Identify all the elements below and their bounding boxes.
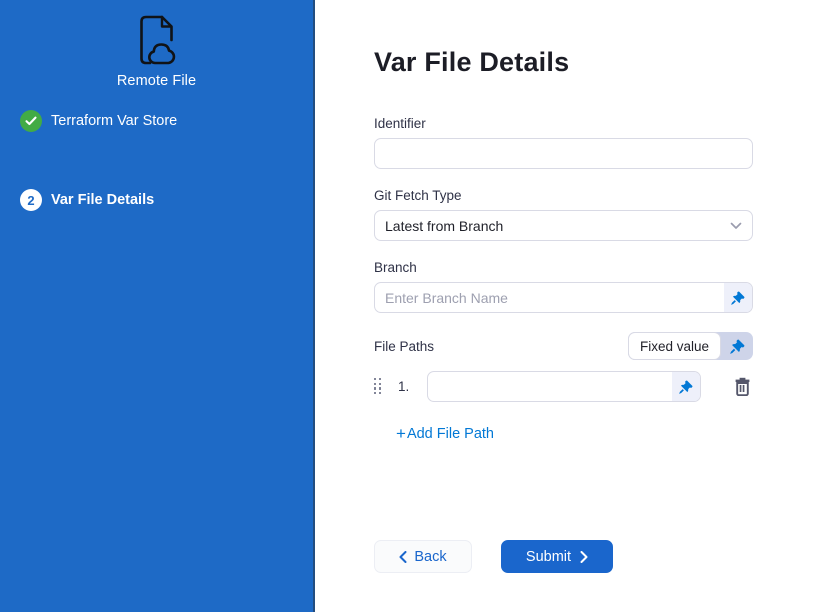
trash-icon (734, 377, 751, 396)
branch-input-shell (374, 282, 753, 313)
branch-input[interactable] (375, 283, 724, 312)
file-paths-type-selector: Fixed value (628, 332, 753, 360)
wizard-dialog: Remote File Terraform Var Store 2 Var Fi… (0, 0, 836, 612)
plus-icon: + (396, 427, 406, 441)
delete-row-button[interactable] (732, 375, 753, 398)
back-label: Back (414, 549, 446, 565)
wizard-actions: Back Submit (374, 540, 753, 573)
git-fetch-type-group: Git Fetch Type Latest from Branch (374, 188, 753, 241)
file-paths-header: File Paths Fixed value (374, 332, 753, 360)
git-fetch-type-label: Git Fetch Type (374, 188, 753, 203)
wizard-header: Remote File (0, 14, 313, 89)
step-label: Terraform Var Store (51, 113, 177, 129)
branch-group: Branch (374, 260, 753, 313)
submit-label: Submit (526, 549, 571, 565)
pin-icon[interactable] (672, 372, 700, 401)
pin-icon[interactable] (724, 283, 752, 312)
sidebar-step-terraform-var-store[interactable]: Terraform Var Store (20, 110, 177, 132)
check-circle-icon (20, 110, 42, 132)
sidebar-step-var-file-details[interactable]: 2 Var File Details (20, 189, 154, 211)
wizard-sidebar: Remote File Terraform Var Store 2 Var Fi… (0, 0, 315, 612)
identifier-input[interactable] (374, 138, 753, 169)
chevron-down-icon (730, 222, 742, 230)
identifier-label: Identifier (374, 116, 753, 131)
form: Identifier Git Fetch Type Latest from Br… (374, 116, 753, 573)
submit-button[interactable]: Submit (501, 540, 613, 573)
file-path-input[interactable] (428, 372, 672, 401)
file-path-input-shell (427, 371, 701, 402)
add-file-path-label: Add File Path (407, 426, 494, 442)
add-file-path-button[interactable]: + Add File Path (396, 426, 494, 442)
row-index: 1. (398, 379, 413, 394)
file-path-row: 1. (374, 371, 753, 402)
file-paths-label: File Paths (374, 339, 434, 354)
selected-option: Latest from Branch (385, 218, 503, 234)
back-button[interactable]: Back (374, 540, 472, 573)
pin-icon[interactable] (721, 332, 753, 360)
identifier-group: Identifier (374, 116, 753, 169)
fixed-value-option[interactable]: Fixed value (628, 332, 721, 360)
chevron-right-icon (580, 551, 588, 563)
step-number-badge: 2 (20, 189, 42, 211)
wizard-type-label: Remote File (117, 73, 196, 89)
step-label: Var File Details (51, 192, 154, 208)
chevron-left-icon (399, 551, 407, 563)
drag-handle-icon[interactable] (374, 378, 385, 395)
var-file-details-panel: Var File Details Identifier Git Fetch Ty… (315, 0, 836, 612)
page-title: Var File Details (374, 46, 836, 78)
remote-file-cloud-icon (128, 14, 186, 66)
git-fetch-type-select[interactable]: Latest from Branch (374, 210, 753, 241)
branch-label: Branch (374, 260, 753, 275)
